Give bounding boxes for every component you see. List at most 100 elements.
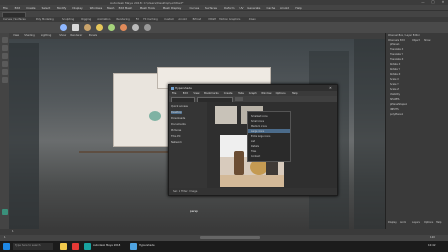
shelf-tab-bifrost[interactable]: Bifrost bbox=[193, 18, 201, 21]
dialog-status: Sel: 1 Filter: Image bbox=[169, 188, 337, 195]
dialog-menu-graph[interactable]: Graph bbox=[249, 92, 257, 95]
channel-item[interactable]: Scale Z bbox=[390, 88, 399, 91]
shelf-tab-animation[interactable]: Animation bbox=[97, 18, 110, 21]
shelf-tab-fx-caching[interactable]: FX Caching bbox=[143, 18, 158, 21]
shelf-tab-custom[interactable]: Custom bbox=[164, 18, 174, 21]
channel-item[interactable]: SHAPES bbox=[390, 98, 399, 101]
dialog-menu-view[interactable]: View bbox=[193, 92, 199, 95]
viewport-menu-show[interactable]: Show bbox=[59, 34, 66, 37]
channel-item[interactable]: pPlane1 bbox=[390, 43, 400, 46]
channel-item[interactable]: Rotate X bbox=[390, 63, 400, 66]
channel-item[interactable]: Channels bbox=[388, 39, 399, 42]
view-option-item[interactable]: Content bbox=[251, 155, 260, 158]
channel-item[interactable]: Anim bbox=[400, 221, 406, 224]
shelf-tab-sculpting[interactable]: Sculpting bbox=[62, 18, 74, 21]
channel-item[interactable]: Help bbox=[436, 221, 441, 224]
view-option-item[interactable]: Extra large icons bbox=[251, 135, 270, 138]
shelf-tab-curves-surfaces[interactable]: Curves / Surfaces bbox=[3, 18, 26, 21]
cone-icon[interactable] bbox=[96, 24, 103, 31]
channel-item[interactable]: Display bbox=[388, 221, 397, 224]
thumbnail[interactable] bbox=[215, 106, 237, 124]
sidebar-item[interactable]: Desktop bbox=[171, 111, 182, 114]
rotate-tool-icon[interactable] bbox=[1, 69, 8, 75]
channel-item[interactable]: polyPlane1 bbox=[390, 113, 403, 116]
dialog-menu-file[interactable]: File bbox=[172, 92, 176, 95]
shelf-tab-motion-graphics[interactable]: Motion Graphics bbox=[219, 18, 240, 21]
scale-tool-icon[interactable] bbox=[1, 77, 8, 83]
channel-item[interactable]: Object bbox=[412, 39, 420, 42]
maya-icon[interactable] bbox=[84, 243, 91, 250]
sidebar-item[interactable]: Quick access bbox=[171, 105, 188, 108]
view-option-item[interactable]: Small icons bbox=[251, 120, 264, 123]
dialog-menu-help[interactable]: Help bbox=[292, 92, 298, 95]
channel-item[interactable]: Translate X bbox=[390, 48, 403, 51]
channel-item[interactable]: Show bbox=[424, 39, 430, 42]
taskbar-item-maya[interactable]: Autodesk Maya 2018 bbox=[93, 244, 120, 247]
app-icon[interactable] bbox=[130, 243, 137, 250]
layout-icon[interactable] bbox=[1, 209, 8, 215]
taskbar-item-hypershade[interactable]: Hypershade bbox=[139, 244, 155, 247]
range-bar[interactable] bbox=[200, 236, 260, 240]
view-option-item[interactable]: Large icons bbox=[251, 130, 264, 133]
shelf-tab-mash[interactable]: MASH bbox=[209, 18, 217, 21]
plane-icon[interactable] bbox=[108, 24, 115, 31]
sidebar-item[interactable]: Network bbox=[171, 141, 182, 144]
shelf-tab-xgen[interactable]: XGen bbox=[249, 18, 256, 21]
view-option-item[interactable]: Details bbox=[251, 145, 259, 148]
range-end[interactable]: 120 bbox=[430, 236, 435, 239]
range-start[interactable]: 1 bbox=[4, 236, 6, 239]
dialog-menu-tabs[interactable]: Tabs bbox=[238, 92, 244, 95]
combine-icon[interactable] bbox=[132, 24, 139, 31]
lasso-tool-icon[interactable] bbox=[1, 45, 8, 51]
view-option-item[interactable]: Tiles bbox=[251, 150, 256, 153]
channel-item[interactable]: pPlaneShape1 bbox=[390, 103, 407, 106]
dialog-menu-window[interactable]: Window bbox=[261, 92, 271, 95]
dialog-menu-bookmarks[interactable]: Bookmarks bbox=[204, 92, 219, 95]
shelf-tab-poly-modeling[interactable]: Poly Modeling bbox=[36, 18, 54, 21]
dialog-close-icon[interactable]: ✕ bbox=[329, 86, 332, 90]
paint-tool-icon[interactable] bbox=[1, 53, 8, 59]
torus-icon[interactable] bbox=[120, 24, 127, 31]
select-tool-icon[interactable] bbox=[1, 37, 8, 43]
sidebar-item[interactable]: Pictures bbox=[171, 129, 181, 132]
move-tool-icon[interactable] bbox=[1, 61, 8, 67]
browser-icon[interactable] bbox=[72, 243, 79, 250]
sidebar-item[interactable]: Documents bbox=[171, 123, 186, 126]
viewport-menu-view[interactable]: View bbox=[13, 34, 19, 37]
sidebar-item[interactable]: Downloads bbox=[171, 117, 185, 120]
shelf-tab-arnold[interactable]: Arnold bbox=[178, 18, 186, 21]
shelf-tab-rendering[interactable]: Rendering bbox=[117, 18, 130, 21]
viewport-menu-renderer[interactable]: Renderer bbox=[70, 34, 82, 37]
view-option-item[interactable]: Smallest icons bbox=[251, 115, 268, 118]
filter-button[interactable] bbox=[235, 97, 243, 101]
start-icon[interactable] bbox=[3, 243, 10, 250]
viewport-menu-shading[interactable]: Shading bbox=[24, 34, 35, 37]
channel-item[interactable]: INPUTS bbox=[390, 108, 399, 111]
separate-icon[interactable] bbox=[144, 24, 151, 31]
viewport-menu-lighting[interactable]: Lighting bbox=[41, 34, 51, 37]
channel-item[interactable]: Translate Y bbox=[390, 53, 403, 56]
channel-item[interactable]: Scale X bbox=[390, 78, 399, 81]
viewport-menu-panels[interactable]: Panels bbox=[89, 34, 97, 37]
window-title: Autodesk Maya 2018: C:\Users\Desktop\unt… bbox=[110, 0, 184, 5]
channel-item[interactable]: Rotate Y bbox=[390, 68, 400, 71]
shelf-tab-fx[interactable]: FX bbox=[136, 18, 139, 21]
channel-item[interactable]: Layers bbox=[412, 221, 420, 224]
channel-item[interactable]: Options bbox=[424, 221, 433, 224]
channel-item[interactable]: Visibility bbox=[390, 93, 400, 96]
channel-item[interactable]: Rotate Z bbox=[390, 73, 400, 76]
dialog-menu-options[interactable]: Options bbox=[276, 92, 286, 95]
dialog-menu-edit[interactable]: Edit bbox=[183, 92, 188, 95]
cube-icon[interactable] bbox=[72, 24, 79, 31]
view-option-item[interactable]: Medium icons bbox=[251, 125, 267, 128]
shelf-tab-rigging[interactable]: Rigging bbox=[81, 18, 91, 21]
channel-item[interactable]: Scale Y bbox=[390, 83, 399, 86]
channel-item[interactable]: Edit bbox=[400, 39, 405, 42]
channel-item[interactable]: Translate Z bbox=[390, 58, 403, 61]
cylinder-icon[interactable] bbox=[84, 24, 91, 31]
folder-icon[interactable] bbox=[60, 243, 67, 250]
sphere-icon[interactable] bbox=[60, 24, 67, 31]
dialog-menu-create[interactable]: Create bbox=[224, 92, 233, 95]
view-option-item[interactable]: List bbox=[251, 140, 255, 143]
sidebar-item[interactable]: This PC bbox=[171, 135, 181, 138]
